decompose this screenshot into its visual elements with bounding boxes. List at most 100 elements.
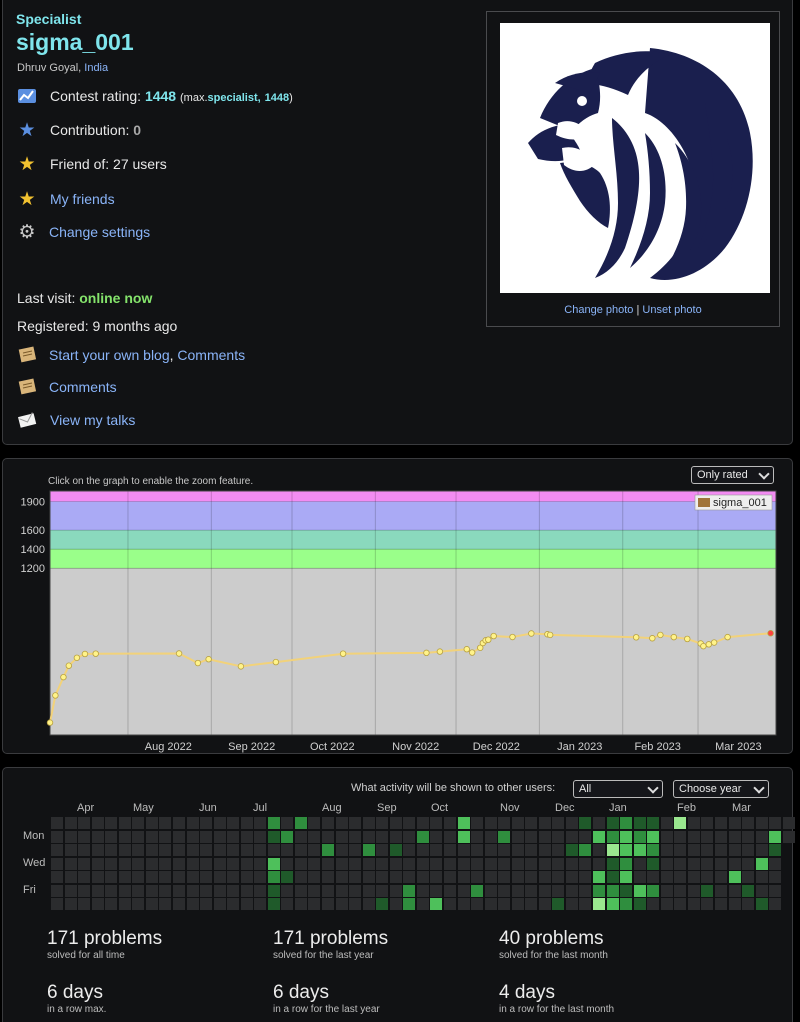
- heatmap-cell: [416, 830, 429, 843]
- heatmap-cell: [525, 871, 538, 884]
- rating-point[interactable]: [490, 632, 497, 640]
- heatmap-cell: [511, 898, 524, 911]
- heatmap-cell: [349, 898, 362, 911]
- rating-point[interactable]: [632, 634, 640, 641]
- unset-photo-link[interactable]: Unset photo: [642, 304, 701, 316]
- stat-value: 171 problems: [47, 928, 163, 949]
- rating-point[interactable]: [485, 636, 492, 643]
- start-blog-link[interactable]: Start your own blog: [49, 347, 170, 363]
- rating-chart[interactable]: 1200 1400 1600 1900 Aug 2022 Sep 2022 Oct 2022…: [3, 459, 794, 755]
- heatmap-cell: [471, 884, 484, 897]
- my-friends-link[interactable]: My friends: [50, 191, 115, 207]
- heatmap-cell: [227, 817, 240, 829]
- heatmap-cell: [687, 844, 700, 857]
- heatmap-cell: [660, 830, 673, 843]
- rating-point[interactable]: [657, 631, 664, 639]
- rating-point[interactable]: [60, 673, 67, 681]
- heatmap-cell: [484, 857, 497, 870]
- stat-label: in a row max.: [47, 1004, 107, 1015]
- heatmap-cell: [471, 857, 484, 870]
- heatmap-cell: [172, 857, 185, 870]
- heatmap-cell: [647, 817, 660, 829]
- stat-label: in a row for the last year: [273, 1004, 380, 1015]
- heatmap-cell: [701, 884, 714, 897]
- rating-point[interactable]: [81, 650, 89, 658]
- rating-point[interactable]: [649, 635, 656, 642]
- heatmap-cell: [267, 817, 280, 829]
- heatmap-cell: [498, 817, 511, 829]
- rating-point[interactable]: [46, 719, 54, 726]
- heatmap-cell: [172, 844, 185, 857]
- rating-point[interactable]: [705, 641, 712, 648]
- heatmap-cell: [91, 844, 104, 857]
- rating-point[interactable]: [92, 650, 99, 657]
- heatmap-cell: [308, 898, 321, 911]
- rating-point[interactable]: [724, 633, 731, 641]
- profile-panel: Specialist sigma_001 Dhruv Goyal, India …: [2, 0, 793, 445]
- heatmap-cell: [769, 817, 782, 829]
- rating-point[interactable]: [194, 659, 202, 667]
- heatmap-cell: [443, 817, 456, 829]
- heatmap-cell: [322, 898, 334, 911]
- rating-chart-icon: [17, 86, 37, 106]
- heatmap-day-label: Mon: [23, 830, 45, 842]
- heatmap-cell: [105, 817, 118, 829]
- rating-point[interactable]: [73, 654, 81, 661]
- heatmap-cell: [240, 871, 253, 884]
- comments-link[interactable]: Comments: [49, 379, 117, 395]
- change-settings-link[interactable]: Change settings: [49, 224, 150, 240]
- contribution-row: Contribution: 0: [50, 122, 142, 138]
- activity-visibility-select[interactable]: All: [573, 780, 663, 798]
- rating-point[interactable]: [175, 650, 183, 657]
- heatmap-cell: [498, 857, 511, 870]
- year-select[interactable]: Choose year: [673, 780, 769, 798]
- rating-point[interactable]: [436, 648, 444, 655]
- rating-point[interactable]: [767, 630, 774, 637]
- heatmap-cell: [118, 884, 131, 897]
- heatmap-cell: [687, 830, 700, 843]
- heatmap-cell: [132, 817, 145, 829]
- rating-point[interactable]: [528, 630, 535, 637]
- comments-inline-link[interactable]: Comments: [177, 347, 245, 363]
- rating-point[interactable]: [272, 658, 280, 666]
- heatmap-cell: [362, 871, 375, 884]
- rating-point[interactable]: [509, 633, 516, 641]
- heatmap-cell: [471, 817, 484, 829]
- y-tick-label: 1400: [21, 544, 45, 556]
- heatmap-cell: [416, 857, 429, 870]
- rating-point[interactable]: [205, 656, 212, 663]
- heatmap-cell: [593, 817, 605, 829]
- heatmap-cell: [565, 844, 578, 857]
- user-handle[interactable]: sigma_001: [16, 29, 134, 56]
- rating-point[interactable]: [65, 662, 73, 669]
- heatmap-cell: [376, 830, 389, 843]
- view-talks-link[interactable]: View my talks: [50, 412, 135, 428]
- heatmap-cell: [308, 871, 321, 884]
- rating-band: [50, 530, 776, 550]
- rating-point[interactable]: [700, 642, 707, 650]
- heatmap-cell: [606, 817, 619, 829]
- photo-links: Change photo | Unset photo: [564, 304, 702, 316]
- rating-point[interactable]: [670, 633, 678, 641]
- rating-point[interactable]: [468, 649, 476, 656]
- rating-point[interactable]: [237, 663, 245, 670]
- rating-point[interactable]: [710, 639, 718, 646]
- rating-point[interactable]: [684, 635, 691, 643]
- rating-point[interactable]: [463, 646, 470, 653]
- change-photo-link[interactable]: Change photo: [564, 304, 633, 316]
- heatmap-cell: [240, 844, 253, 857]
- heatmap-cell: [349, 844, 362, 857]
- heatmap-cell: [647, 844, 660, 857]
- heatmap-cell: [267, 830, 280, 843]
- rating-point[interactable]: [339, 650, 347, 657]
- x-tick-label: Feb 2023: [634, 741, 680, 753]
- heatmap-month-label: May: [133, 802, 154, 814]
- rating-point[interactable]: [52, 692, 59, 699]
- heatmap-cell: [769, 857, 782, 870]
- rating-point[interactable]: [423, 649, 430, 657]
- heatmap-cell: [538, 844, 551, 857]
- country-link[interactable]: India: [84, 62, 108, 74]
- rating-point[interactable]: [546, 631, 554, 639]
- heatmap-month-label: Jul: [253, 802, 268, 814]
- heatmap-cell: [620, 898, 633, 911]
